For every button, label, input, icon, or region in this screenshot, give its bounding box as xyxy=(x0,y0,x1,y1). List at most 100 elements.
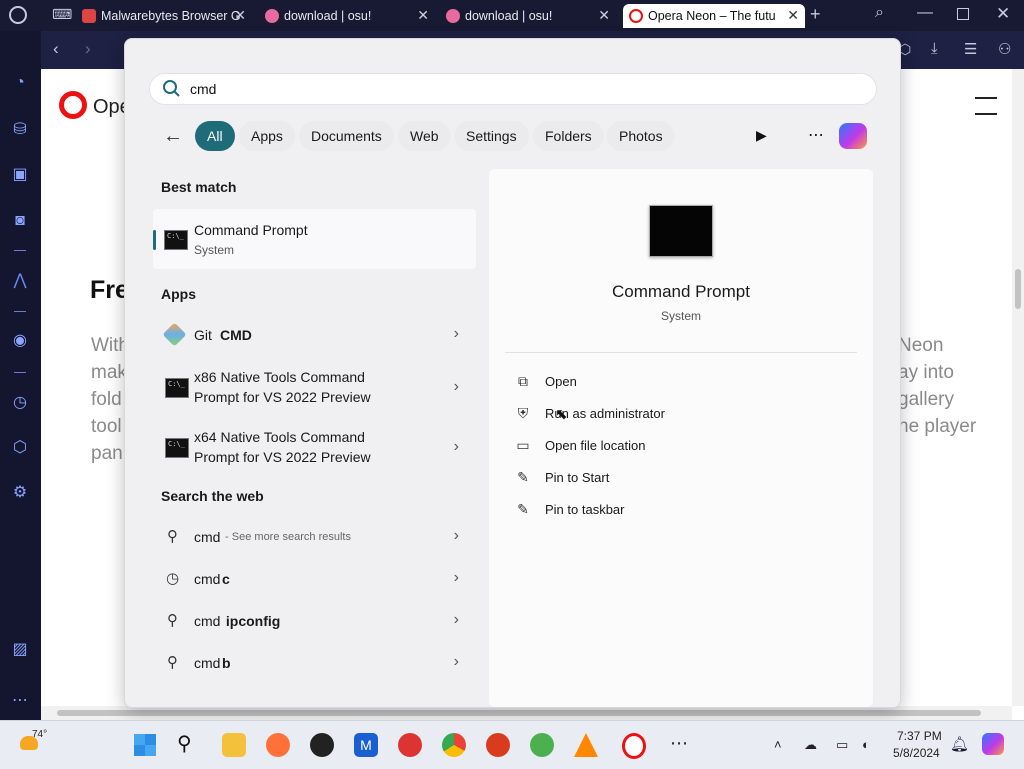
close-icon[interactable]: ✕ xyxy=(234,7,246,24)
tab-malwarebytes[interactable]: Malwarebytes Browser G ✕ xyxy=(82,4,252,28)
firefox-icon[interactable] xyxy=(266,733,290,757)
close-icon[interactable]: ✕ xyxy=(787,7,799,24)
selection-accent xyxy=(153,230,156,250)
web-result[interactable]: ⚲ cmd b › xyxy=(153,653,471,675)
twitch-icon[interactable]: ▣ xyxy=(10,165,30,185)
minimize-icon[interactable]: — xyxy=(917,4,933,22)
details-title: Command Prompt xyxy=(612,282,750,301)
app-icon[interactable] xyxy=(486,733,510,757)
vlc-icon[interactable] xyxy=(574,733,598,757)
filter-settings[interactable]: Settings xyxy=(454,121,529,151)
horizontal-scrollbar[interactable] xyxy=(41,706,1012,720)
chevron-right-icon[interactable]: › xyxy=(454,527,459,545)
chevron-right-icon[interactable]: › xyxy=(454,611,459,629)
chevron-right-icon[interactable]: › xyxy=(454,325,459,343)
speed-dial-icon[interactable]: ◔ xyxy=(10,73,30,93)
web-result[interactable]: ◷ cmd c › xyxy=(153,569,471,591)
chevron-right-icon[interactable]: › xyxy=(454,378,459,396)
ccleaner-icon[interactable] xyxy=(398,733,422,757)
filter-photos[interactable]: Photos xyxy=(607,121,675,151)
app-label-line2: Prompt for VS 2022 Preview xyxy=(194,389,371,405)
chrome-icon[interactable] xyxy=(442,733,466,757)
notification-bell-icon[interactable]: 🔔︎ xyxy=(950,735,969,753)
more-options-icon[interactable]: ⋯ xyxy=(808,125,824,145)
clock-date[interactable]: 5/8/2024 xyxy=(893,746,940,760)
new-tab-icon[interactable]: + xyxy=(810,4,821,25)
tab-osu-1[interactable]: download | osu! ✕ xyxy=(265,4,435,28)
display-icon[interactable]: ▭ xyxy=(836,737,848,753)
malwarebytes-icon[interactable]: M xyxy=(354,733,378,757)
filter-folders[interactable]: Folders xyxy=(533,121,604,151)
close-icon[interactable]: ✕ xyxy=(417,7,429,24)
forward-icon[interactable]: › xyxy=(85,39,91,59)
opera-icon[interactable] xyxy=(622,733,646,759)
extensions-icon[interactable]: ⬡ xyxy=(10,438,30,458)
gamepad-icon[interactable]: ⌨ xyxy=(52,6,72,23)
search-icon[interactable]: ⚲ xyxy=(177,731,192,756)
list-item[interactable]: C:\_ x64 Native Tools Command Prompt for… xyxy=(153,427,471,471)
search-input[interactable]: cmd xyxy=(190,81,216,97)
hamburger-icon[interactable] xyxy=(975,97,997,115)
search-box[interactable]: cmd xyxy=(149,73,877,105)
windows-start-icon[interactable] xyxy=(134,734,156,756)
play-icon[interactable]: ▶ xyxy=(756,127,767,144)
details-subtitle: System xyxy=(660,309,701,323)
tab-osu-2[interactable]: download | osu! ✕ xyxy=(446,4,616,28)
window-close-icon[interactable]: ✕ xyxy=(996,4,1010,24)
history-icon[interactable]: ◷ xyxy=(10,393,30,413)
more-apps-icon[interactable]: ⋯ xyxy=(670,733,688,754)
player-icon[interactable]: ◉ xyxy=(10,331,30,351)
search-icon: ⚲ xyxy=(167,654,178,671)
clock-time[interactable]: 7:37 PM xyxy=(897,729,942,743)
chevron-right-icon[interactable]: › xyxy=(454,569,459,587)
network-icon[interactable]: ☁ xyxy=(804,737,817,753)
copilot-icon[interactable] xyxy=(839,123,867,149)
file-explorer-icon[interactable] xyxy=(222,733,246,757)
best-match-item[interactable]: C:\_ Command Prompt System xyxy=(153,209,476,269)
profile-icon[interactable]: ⚇ xyxy=(998,40,1011,58)
page-text-line: mak xyxy=(91,362,127,383)
chevron-right-icon[interactable]: › xyxy=(454,438,459,456)
web-result[interactable]: ⚲ cmd ipconfig › xyxy=(153,611,471,633)
search-tabs-icon[interactable]: ⌕ xyxy=(875,4,884,22)
instagram-icon[interactable]: ◙ xyxy=(10,211,30,231)
scroll-thumb[interactable] xyxy=(1015,269,1021,309)
page-text-line: fold xyxy=(91,389,122,410)
settings-icon[interactable]: ⚙ xyxy=(10,483,30,503)
bag-icon[interactable]: ⛁ xyxy=(10,120,30,140)
web-result-bold: cmd xyxy=(194,529,221,545)
download-icon[interactable]: ⤓ xyxy=(931,40,938,57)
volume-icon[interactable]: ◐ xyxy=(862,737,870,752)
chevron-right-icon[interactable]: › xyxy=(454,653,459,671)
restore-icon[interactable] xyxy=(957,8,969,20)
copilot-icon[interactable] xyxy=(982,733,1004,755)
list-item[interactable]: Git CMD › xyxy=(153,322,471,348)
filter-apps[interactable]: Apps xyxy=(239,121,295,151)
obs-icon[interactable] xyxy=(310,733,334,757)
close-icon[interactable]: ✕ xyxy=(598,7,610,24)
gallery-icon[interactable]: ▨ xyxy=(10,640,30,660)
open-external-icon: ⧉ xyxy=(518,373,528,389)
opera-logo-icon xyxy=(59,91,87,119)
filter-web[interactable]: Web xyxy=(398,121,451,151)
filter-documents[interactable]: Documents xyxy=(299,121,394,151)
action-label: Open file location xyxy=(545,438,646,453)
back-arrow-icon[interactable]: ← xyxy=(163,125,183,148)
command-prompt-icon: C:\_ xyxy=(164,230,188,250)
tab-title: download | osu! xyxy=(465,9,553,23)
web-result[interactable]: ⚲ cmd - See more search results › xyxy=(153,527,471,549)
chevron-up-icon[interactable]: ˄ xyxy=(774,737,782,752)
back-icon[interactable]: ‹ xyxy=(53,39,59,59)
search-icon: ⚲ xyxy=(167,528,178,545)
settings-sliders-icon[interactable]: ☰ xyxy=(964,40,977,58)
scroll-thumb[interactable] xyxy=(57,710,981,716)
vertical-scrollbar[interactable] xyxy=(1012,69,1024,706)
tab-opera-neon[interactable]: Opera Neon – The futu ✕ xyxy=(623,4,805,28)
list-item[interactable]: C:\_ x86 Native Tools Command Prompt for… xyxy=(153,367,471,411)
more-icon[interactable]: ⋯ xyxy=(10,691,30,711)
opera-menu-icon[interactable] xyxy=(9,6,27,24)
page-text-line: gallery xyxy=(898,389,954,410)
aria-icon[interactable]: ⋀ xyxy=(10,271,30,291)
filter-all[interactable]: All xyxy=(195,121,235,151)
app-icon[interactable] xyxy=(530,733,554,757)
